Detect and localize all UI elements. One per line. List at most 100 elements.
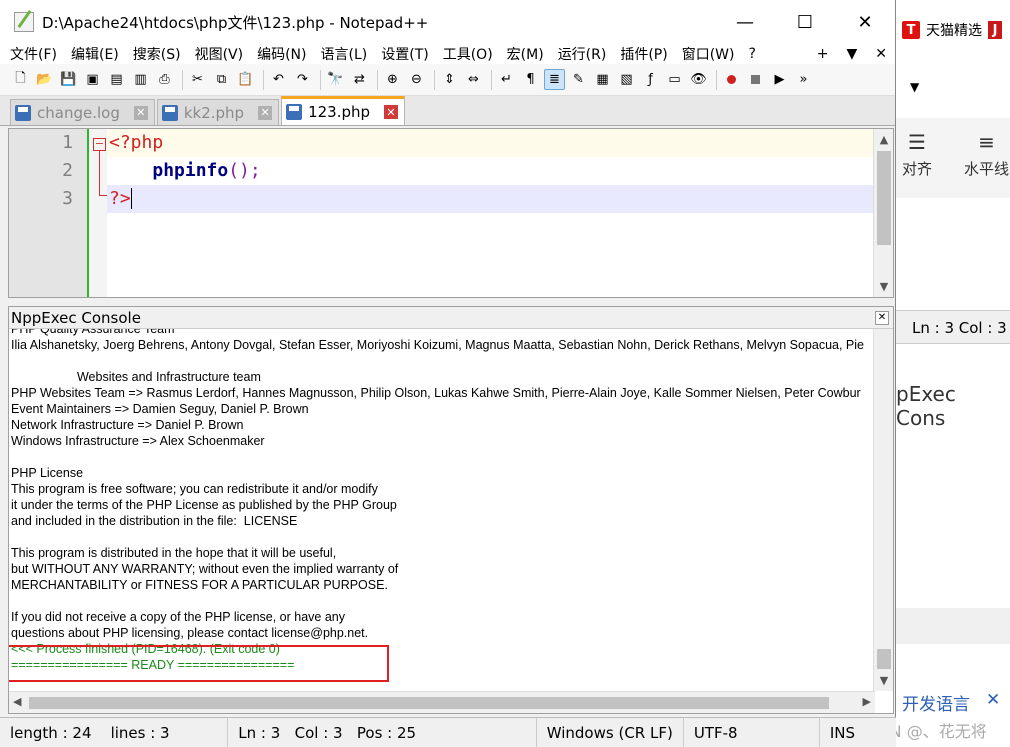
scroll-left-icon[interactable]: ◀ xyxy=(13,695,21,708)
show-all-chars-icon[interactable]: ¶ xyxy=(520,69,541,90)
menu-search[interactable]: 搜索(S) xyxy=(133,44,181,64)
tab-kk2-php[interactable]: kk2.php ✕ xyxy=(156,99,280,125)
console-close-icon[interactable]: ✕ xyxy=(875,310,889,325)
console-horizontal-scrollbar[interactable]: ◀ ▶ xyxy=(9,691,875,713)
menu-help[interactable]: ? xyxy=(749,46,756,62)
stop-macro-icon[interactable] xyxy=(745,69,766,90)
status-length: length : 24 lines : 3 xyxy=(0,717,229,747)
nppexec-console: NppExec Console ✕ PHP Quality Assurance … xyxy=(8,306,894,714)
indent-guide-icon[interactable]: ≣ xyxy=(544,69,565,90)
jd-logo-icon: J xyxy=(988,21,1002,39)
menu-add-icon[interactable]: + xyxy=(817,46,829,62)
more-icon[interactable]: » xyxy=(793,69,814,90)
save-all-icon[interactable]: ▣ xyxy=(82,69,103,90)
paste-icon[interactable]: 📋 xyxy=(235,69,256,90)
window-title: D:\Apache24\htdocs\php文件\123.php - Notep… xyxy=(42,13,429,32)
function-list-icon[interactable]: ƒ xyxy=(640,69,661,90)
close-button[interactable]: ✕ xyxy=(835,12,895,33)
tab-close-icon[interactable]: ✕ xyxy=(133,105,148,120)
zoom-in-icon[interactable]: ⊕ xyxy=(382,69,403,90)
code-editor[interactable]: 1 2 3 − <?php phpinfo(); ?>​ ▲ ▼ xyxy=(8,128,894,298)
udl-icon[interactable]: ✎ xyxy=(568,69,589,90)
scroll-thumb[interactable] xyxy=(877,649,891,669)
menu-dropdown-icon[interactable]: ▼ xyxy=(846,46,857,62)
toolbar-separator xyxy=(716,69,717,90)
chevron-down-icon[interactable]: ▼ xyxy=(910,80,919,94)
menu-tools[interactable]: 工具(O) xyxy=(443,44,493,64)
minimize-button[interactable]: — xyxy=(715,12,775,33)
menu-macro[interactable]: 宏(M) xyxy=(507,44,544,64)
scroll-right-icon[interactable]: ▶ xyxy=(863,695,871,708)
console-vertical-scrollbar[interactable]: ▼ xyxy=(873,329,893,691)
replace-icon[interactable]: ⇄ xyxy=(349,69,370,90)
code-area[interactable]: <?php phpinfo(); ?>​ xyxy=(107,129,873,297)
sync-horizontal-icon[interactable]: ⇔ xyxy=(463,69,484,90)
align-icon: ☰ xyxy=(908,130,926,154)
menu-edit[interactable]: 编辑(E) xyxy=(71,44,119,64)
open-file-icon[interactable]: 📂 xyxy=(34,69,55,90)
close-file-icon[interactable]: ▤ xyxy=(106,69,127,90)
console-output[interactable]: PHP Quality Assurance Team Ilia Alshanet… xyxy=(9,329,893,691)
horizontal-line-tool[interactable]: ≡ 水平线 xyxy=(964,130,1009,179)
undo-icon[interactable]: ↶ xyxy=(268,69,289,90)
redo-icon[interactable]: ↷ xyxy=(292,69,313,90)
console-line: This program is free software; you can r… xyxy=(11,482,378,496)
record-macro-icon[interactable] xyxy=(721,69,742,90)
menu-settings[interactable]: 设置(T) xyxy=(381,44,428,64)
menu-window[interactable]: 窗口(W) xyxy=(682,44,735,64)
align-tool[interactable]: ☰ 对齐 xyxy=(902,130,932,179)
copy-icon[interactable]: ⧉ xyxy=(211,69,232,90)
line-number: 1 xyxy=(62,132,73,153)
scroll-thumb[interactable] xyxy=(29,697,829,709)
save-icon[interactable]: 💾 xyxy=(58,69,79,90)
status-eol[interactable]: Windows (CR LF) xyxy=(537,717,684,747)
maximize-button[interactable]: ☐ xyxy=(775,12,835,33)
status-encoding[interactable]: UTF-8 xyxy=(684,717,820,747)
scroll-thumb[interactable] xyxy=(877,151,891,245)
menu-run[interactable]: 运行(R) xyxy=(558,44,607,64)
find-icon[interactable]: 🔭 xyxy=(325,69,346,90)
tab-bar: change.log ✕ kk2.php ✕ 123.php ✕ xyxy=(0,96,895,126)
doc-map-icon[interactable]: ▦ xyxy=(592,69,613,90)
tab-123-php[interactable]: 123.php ✕ xyxy=(281,96,406,125)
toolbar-separator xyxy=(320,69,321,90)
console-line: MERCHANTABILITY or FITNESS FOR A PARTICU… xyxy=(11,578,388,592)
console-line: PHP License xyxy=(11,466,84,480)
console-line: This program is distributed in the hope … xyxy=(11,546,337,560)
bg-ln-col: Ln : 3 Col : 3 xyxy=(896,310,1010,344)
scroll-down-icon[interactable]: ▼ xyxy=(874,280,894,293)
play-macro-icon[interactable]: ▶ xyxy=(769,69,790,90)
menu-file[interactable]: 文件(F) xyxy=(10,44,57,64)
doc-list-icon[interactable]: ▧ xyxy=(616,69,637,90)
tab-change-log[interactable]: change.log ✕ xyxy=(10,99,155,125)
close-all-icon[interactable]: ▥ xyxy=(130,69,151,90)
title-bar[interactable]: D:\Apache24\htdocs\php文件\123.php - Notep… xyxy=(0,0,895,44)
menu-language[interactable]: 语言(L) xyxy=(321,44,368,64)
tmall-bookmark[interactable]: T 天猫精选 J xyxy=(902,20,1002,40)
tab-close-icon[interactable]: ✕ xyxy=(258,105,273,120)
new-file-icon[interactable]: 🗋 xyxy=(10,69,31,90)
toolbar-separator xyxy=(263,69,264,90)
fold-toggle-icon[interactable]: − xyxy=(93,138,106,151)
tag-dev-language[interactable]: 开发语言 xyxy=(902,690,970,715)
monitoring-icon[interactable]: 👁 xyxy=(688,69,709,90)
toolbar: 🗋 📂 💾 ▣ ▤ ▥ ⎙ ✂ ⧉ 📋 ↶ ↷ 🔭 ⇄ ⊕ ⊖ ⇕ ⇔ ↵ ¶ … xyxy=(0,64,895,96)
folder-workspace-icon[interactable]: ▭ xyxy=(664,69,685,90)
menu-view[interactable]: 视图(V) xyxy=(195,44,244,64)
toolbar-separator xyxy=(182,69,183,90)
tab-close-icon[interactable]: ✕ xyxy=(384,105,399,119)
editor-vertical-scrollbar[interactable]: ▲ ▼ xyxy=(873,129,893,297)
menu-plugins[interactable]: 插件(P) xyxy=(620,44,667,64)
sync-vertical-icon[interactable]: ⇕ xyxy=(439,69,460,90)
word-wrap-icon[interactable]: ↵ xyxy=(496,69,517,90)
console-line: but WITHOUT ANY WARRANTY; without even t… xyxy=(11,562,399,576)
scroll-up-icon[interactable]: ▲ xyxy=(874,133,894,146)
tag-close-icon[interactable]: ✕ xyxy=(986,690,1000,710)
scroll-down-icon[interactable]: ▼ xyxy=(874,674,894,687)
menu-encoding[interactable]: 编码(N) xyxy=(257,44,306,64)
cut-icon[interactable]: ✂ xyxy=(187,69,208,90)
print-icon[interactable]: ⎙ xyxy=(154,69,175,90)
zoom-out-icon[interactable]: ⊖ xyxy=(406,69,427,90)
menu-close-doc-icon[interactable]: ✕ xyxy=(875,46,887,62)
